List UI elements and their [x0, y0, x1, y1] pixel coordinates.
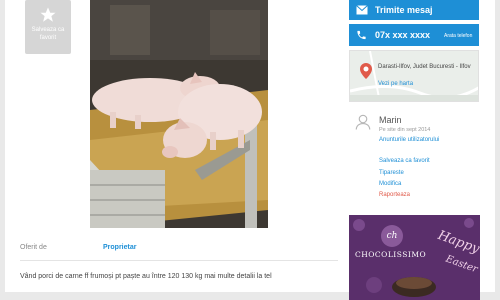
listing-photo[interactable]	[90, 0, 268, 228]
print-link[interactable]: Tipareste	[379, 170, 404, 176]
listing-description: Vând porci de carne ff frumoși pt paște …	[20, 273, 272, 280]
offered-by-value: Proprietar	[103, 244, 137, 251]
seller-ads-link[interactable]: Anunturile utilizatorului	[379, 137, 439, 143]
report-link[interactable]: Raporteaza	[379, 192, 410, 198]
divider	[20, 260, 338, 261]
show-phone-button[interactable]: 07x xxx xxxx Arata telefon	[349, 24, 479, 46]
location-map[interactable]: Darasti-Ilfov, Judet Bucuresti - Ilfov V…	[349, 50, 479, 102]
save-favorite-label: Salveaza ca favorit	[31, 27, 65, 41]
show-phone-label: Arata telefon	[444, 33, 473, 39]
phone-icon	[357, 30, 366, 40]
location-address: Darasti-Ilfov, Judet Bucuresti - Ilfov	[378, 64, 471, 70]
user-icon	[355, 114, 371, 130]
edit-link[interactable]: Modifica	[379, 181, 401, 187]
phone-number: 07x xxx xxxx	[375, 30, 431, 40]
ad-logo: ch	[381, 225, 403, 247]
star-icon	[40, 7, 56, 22]
envelope-icon	[356, 5, 368, 15]
map-pin-icon	[360, 63, 372, 79]
pig-photo-image	[90, 0, 268, 228]
ad-brand: CHOCOLISSIMO	[355, 250, 427, 259]
offered-by-label: Oferit de	[20, 244, 47, 251]
save-favorite-tile[interactable]: Salveaza ca favorit	[25, 0, 71, 54]
seller-since: Pe site din sept 2014	[379, 127, 431, 133]
view-map-link[interactable]: Vezi pe harta	[378, 81, 413, 87]
send-message-label: Trimite mesaj	[375, 5, 433, 15]
save-favorite-link[interactable]: Salveaza ca favorit	[379, 158, 430, 164]
seller-name: Marin	[379, 115, 402, 125]
advertisement-banner[interactable]: ch CHOCOLISSIMO Happy Easter	[349, 215, 480, 300]
send-message-button[interactable]: Trimite mesaj	[349, 0, 479, 20]
